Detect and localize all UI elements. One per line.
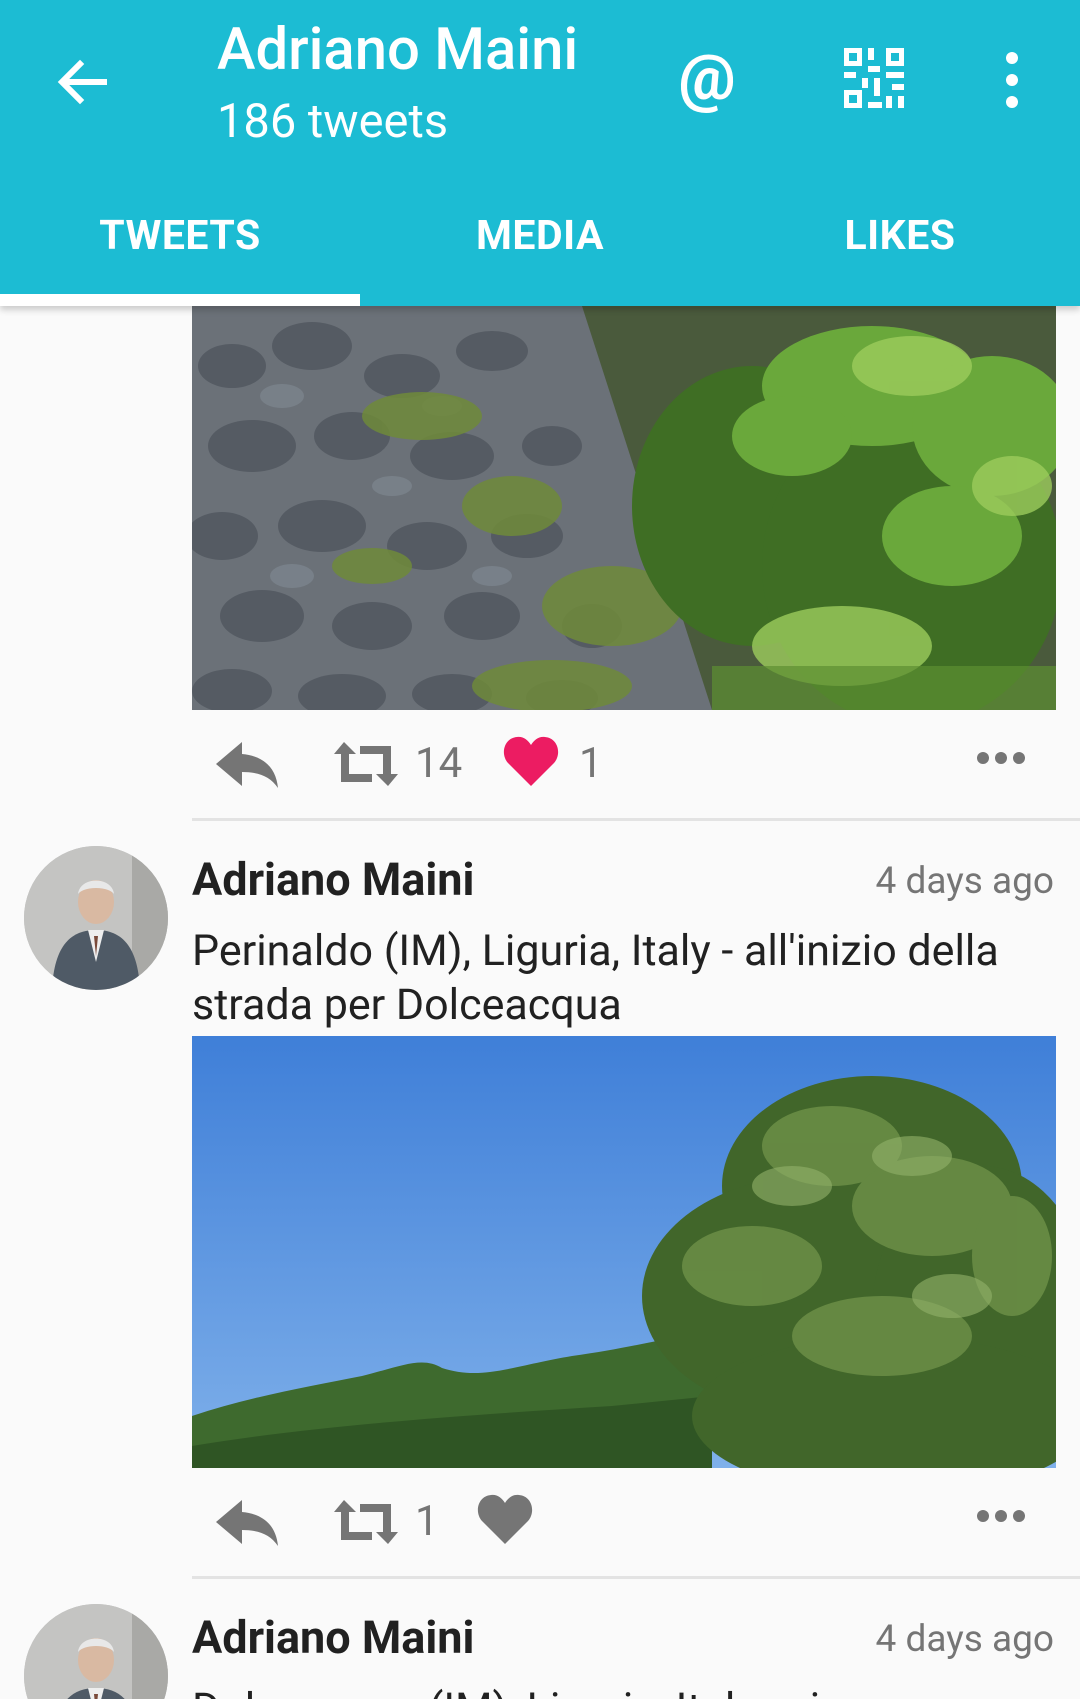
tab-tweets[interactable]: TWEETS <box>0 196 360 276</box>
tweet-photo[interactable] <box>192 1036 1056 1468</box>
tweet-actions: 14 1 <box>192 720 1056 810</box>
tweet-text: Perinaldo (IM), Liguria, Italy - all'ini… <box>192 926 999 1030</box>
tweet-divider <box>192 818 1080 821</box>
reply-icon[interactable] <box>212 1490 282 1554</box>
tweet-photo[interactable] <box>192 306 1056 710</box>
tweet-actions: 1 <box>192 1478 1056 1568</box>
mention-icon[interactable]: @ <box>676 42 738 114</box>
retweet-count: 14 <box>415 739 463 788</box>
tweet-author[interactable]: Adriano Maini <box>192 1610 474 1666</box>
tweet-divider <box>192 1576 1080 1579</box>
more-vert-icon[interactable] <box>992 50 1032 110</box>
profile-title: Adriano Maini <box>217 16 579 84</box>
back-arrow-icon[interactable] <box>52 52 112 112</box>
tweet-feed[interactable]: 14 1 Adriano Maini 4 days ago Perinaldo … <box>0 306 1080 1699</box>
tweet-text: Dolceacqua (IM), Liguria, Italy - via <box>192 1682 1052 1699</box>
selected-tab-indicator <box>0 294 360 306</box>
tweet-time: 4 days ago <box>875 860 1054 903</box>
app-bar: Adriano Maini 186 tweets @ TWEETS MEDIA … <box>0 0 1080 306</box>
tweet-time: 4 days ago <box>875 1618 1054 1661</box>
avatar[interactable] <box>24 846 168 990</box>
qr-code-icon[interactable] <box>842 46 906 110</box>
reply-icon[interactable] <box>212 732 282 796</box>
tweet-author[interactable]: Adriano Maini <box>192 852 474 908</box>
avatar[interactable] <box>24 1604 168 1699</box>
retweet-icon[interactable] <box>332 1496 400 1548</box>
retweet-count: 1 <box>415 1497 439 1546</box>
retweet-icon[interactable] <box>332 738 400 790</box>
heart-icon-liked[interactable] <box>502 732 560 788</box>
tweet-count: 186 tweets <box>217 94 449 149</box>
more-horiz-icon[interactable] <box>976 748 1026 768</box>
heart-icon[interactable] <box>476 1490 534 1546</box>
tab-likes[interactable]: LIKES <box>720 196 1080 276</box>
more-horiz-icon[interactable] <box>976 1506 1026 1526</box>
tab-media[interactable]: MEDIA <box>360 196 720 276</box>
like-count: 1 <box>579 739 603 788</box>
